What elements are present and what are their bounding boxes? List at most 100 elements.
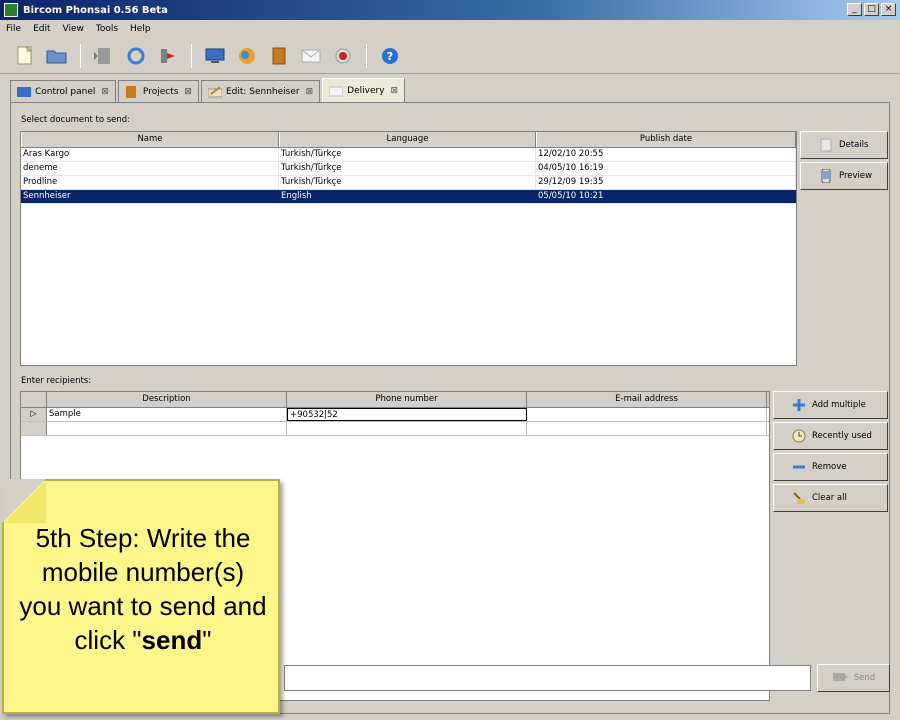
send-input[interactable]: [284, 665, 811, 691]
recipient-phone-input[interactable]: +90532|52: [287, 408, 527, 421]
recently-used-button[interactable]: Recently used: [773, 422, 888, 450]
tab-close-icon[interactable]: ⊠: [391, 86, 399, 96]
tab-projects[interactable]: Projects ⊠: [117, 80, 199, 102]
callout-text-end: ": [202, 625, 212, 655]
plus-icon: [792, 398, 806, 412]
column-header-language[interactable]: Language: [279, 132, 536, 147]
new-document-icon[interactable]: [12, 43, 38, 69]
tab-label: Control panel: [35, 86, 96, 97]
tutorial-callout: 5th Step: Write the mobile number(s) you…: [2, 479, 280, 714]
column-header-email-address[interactable]: E-mail address: [527, 392, 767, 407]
callout-text: 5th Step: Write the mobile number(s) you…: [18, 521, 268, 657]
table-row[interactable]: Prodline Turkish/Türkçe 29/12/09 19:35: [21, 176, 796, 190]
preview-icon: [819, 168, 833, 184]
book-icon[interactable]: [266, 43, 292, 69]
details-icon: [819, 138, 833, 152]
window-controls: _ □ ×: [847, 3, 896, 16]
toolbar-separator: [80, 43, 81, 68]
export-icon[interactable]: [155, 43, 181, 69]
note-corner-fold: [4, 481, 46, 523]
row-marker-header: [21, 392, 47, 407]
document-language: English: [279, 190, 536, 203]
remove-button[interactable]: Remove: [773, 453, 888, 481]
tab-delivery[interactable]: Delivery ⊠: [322, 78, 406, 102]
edit-icon: [207, 85, 223, 98]
document-date: 05/05/10 10:21: [536, 190, 796, 203]
delivery-icon: [328, 85, 344, 97]
recipients-label: Enter recipients:: [21, 376, 92, 386]
document-name: Aras Kargo: [21, 148, 279, 161]
document-language: Turkish/Türkçe: [279, 162, 536, 175]
refresh-icon[interactable]: [123, 43, 149, 69]
back-icon[interactable]: [91, 43, 117, 69]
recipient-email-cell[interactable]: [527, 408, 767, 421]
minimize-button[interactable]: _: [847, 3, 862, 16]
preview-button[interactable]: Preview: [800, 162, 888, 190]
tab-label: Edit: Sennheiser: [225, 86, 300, 97]
column-header-phone-number[interactable]: Phone number: [287, 392, 527, 407]
window-title: Bircom Phonsai 0.56 Beta: [23, 4, 168, 16]
send-icon: [832, 671, 848, 686]
tab-close-icon[interactable]: ⊠: [101, 87, 109, 97]
add-multiple-label: Add multiple: [812, 400, 866, 410]
table-row[interactable]: Aras Kargo Turkish/Türkçe 12/02/10 20:55: [21, 148, 796, 162]
clear-all-label: Clear all: [812, 493, 847, 503]
menu-file[interactable]: File: [6, 24, 21, 34]
tab-label: Projects: [142, 86, 179, 97]
recipient-email-cell[interactable]: [527, 422, 767, 435]
monitor-icon[interactable]: [202, 43, 228, 69]
details-button-label: Details: [839, 140, 869, 150]
recipient-description-cell[interactable]: [47, 422, 287, 435]
history-icon: [792, 429, 806, 443]
open-folder-icon[interactable]: [44, 43, 70, 69]
projects-icon: [125, 85, 139, 98]
document-date: 12/02/10 20:55: [536, 148, 796, 161]
table-row[interactable]: deneme Turkish/Türkçe 04/05/10 16:19: [21, 162, 796, 176]
recipients-table-header: Description Phone number E-mail address: [21, 392, 769, 408]
tab-label: Delivery: [347, 85, 385, 96]
document-date: 04/05/10 16:19: [536, 162, 796, 175]
document-name: deneme: [21, 162, 279, 175]
help-icon[interactable]: ?: [377, 43, 403, 69]
tab-control-panel[interactable]: Control panel ⊠: [10, 80, 116, 102]
menu-tools[interactable]: Tools: [96, 24, 118, 34]
toolbar: ?: [0, 38, 900, 74]
table-row-selected[interactable]: Sennheiser English 05/05/10 10:21: [21, 190, 796, 204]
column-header-description[interactable]: Description: [47, 392, 287, 407]
toolbar-separator: [366, 43, 367, 68]
record-icon[interactable]: [330, 43, 356, 69]
column-header-name[interactable]: Name: [21, 132, 279, 147]
remove-label: Remove: [812, 462, 847, 472]
table-row[interactable]: [21, 422, 769, 436]
tab-bar: Control panel ⊠ Projects ⊠ Edit: Sennhei…: [10, 78, 406, 102]
add-multiple-button[interactable]: Add multiple: [773, 391, 888, 419]
details-button[interactable]: Details: [800, 131, 888, 159]
send-button-label: Send: [853, 673, 876, 683]
app-icon: [4, 3, 18, 17]
send-button[interactable]: Send: [817, 664, 890, 692]
close-button[interactable]: ×: [881, 3, 896, 16]
maximize-button[interactable]: □: [864, 3, 879, 16]
tab-close-icon[interactable]: ⊠: [184, 87, 192, 97]
clear-all-button[interactable]: Clear all: [773, 484, 888, 512]
recipient-description-cell[interactable]: Sample: [47, 408, 287, 421]
documents-label: Select document to send:: [21, 115, 131, 125]
row-indicator: [21, 422, 47, 435]
recently-used-label: Recently used: [812, 431, 872, 441]
table-row[interactable]: ▷ Sample +90532|52: [21, 408, 769, 422]
recipient-phone-cell[interactable]: [287, 422, 527, 435]
tab-close-icon[interactable]: ⊠: [306, 87, 314, 97]
column-header-publish-date[interactable]: Publish date: [536, 132, 796, 147]
menu-edit[interactable]: Edit: [33, 24, 50, 34]
mail-icon[interactable]: [298, 43, 324, 69]
menu-view[interactable]: View: [63, 24, 84, 34]
tab-edit-sennheiser[interactable]: Edit: Sennheiser ⊠: [200, 80, 321, 102]
menu-help[interactable]: Help: [130, 24, 151, 34]
toolbar-separator: [191, 43, 192, 68]
document-name: Sennheiser: [21, 190, 279, 203]
callout-text-bold: send: [141, 625, 203, 655]
document-name: Prodline: [21, 176, 279, 189]
current-row-indicator: ▷: [21, 408, 47, 421]
document-date: 29/12/09 19:35: [536, 176, 796, 189]
globe-icon[interactable]: [234, 43, 260, 69]
